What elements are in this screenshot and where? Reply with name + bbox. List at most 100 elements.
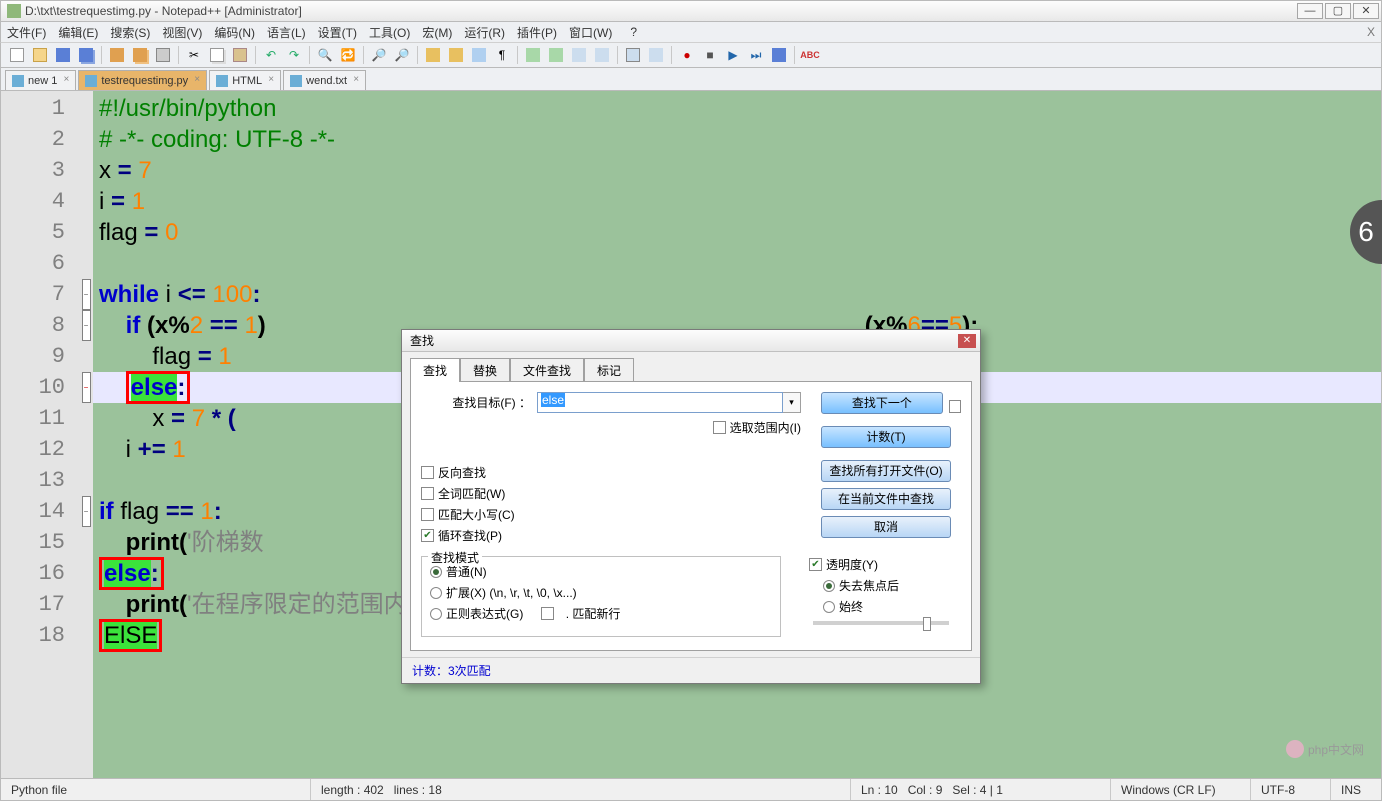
record-icon[interactable]: ● (677, 45, 697, 65)
menu-tools[interactable]: 工具(O) (369, 24, 410, 41)
sync-v-icon[interactable] (423, 45, 443, 65)
menu-macro[interactable]: 宏(M) (422, 24, 452, 41)
menu-view[interactable]: 视图(V) (162, 24, 202, 41)
close-file-icon[interactable] (107, 45, 127, 65)
dropdown-icon[interactable]: ▾ (783, 392, 801, 413)
show-all-icon[interactable]: ¶ (492, 45, 512, 65)
menu-file[interactable]: 文件(F) (7, 24, 46, 41)
fold-margin[interactable]: − − − − (79, 91, 93, 778)
open-file-icon[interactable] (30, 45, 50, 65)
menu-help[interactable]: ? (630, 25, 637, 39)
highlight-box: else: (99, 557, 164, 590)
editor-area[interactable]: 123 456 789 101112 131415 161718 − − − −… (0, 90, 1382, 779)
sync-h-icon[interactable] (446, 45, 466, 65)
fold-plus-icon[interactable]: − (82, 372, 91, 403)
dot-newline-checkbox[interactable] (541, 607, 554, 620)
playmulti-icon[interactable]: ⏭ (746, 45, 766, 65)
dialog-tab-findinfiles[interactable]: 文件查找 (510, 358, 584, 382)
count-button[interactable]: 计数(T) (821, 426, 951, 448)
fold-minus-icon[interactable]: − (82, 279, 91, 310)
dialog-status: 计数：3次匹配 (402, 657, 980, 683)
window-title: D:\txt\testrequestimg.py - Notepad++ [Ad… (25, 4, 302, 18)
tab-testrequestimg[interactable]: testrequestimg.py× (78, 70, 207, 90)
status-insert-mode[interactable]: INS (1331, 779, 1381, 800)
fold-minus-icon[interactable]: − (82, 310, 91, 341)
menu-window[interactable]: 窗口(W) (569, 24, 612, 41)
monitor-icon[interactable] (623, 45, 643, 65)
find-next-button[interactable]: 查找下一个 (821, 392, 943, 414)
menu-edit[interactable]: 编辑(E) (58, 24, 98, 41)
status-language: Python file (1, 779, 311, 800)
close-icon[interactable]: × (350, 74, 362, 86)
menu-run[interactable]: 运行(R) (464, 24, 505, 41)
tab-new1[interactable]: new 1× (5, 70, 76, 90)
find-in-current-button[interactable]: 在当前文件中查找 (821, 488, 951, 510)
doc-switcher-icon[interactable] (646, 45, 666, 65)
fold-minus-icon[interactable]: − (82, 496, 91, 527)
toolbar: ✂ ↶ ↷ 🔍 🔁 🔎 🔎 ¶ ● ■ ▶ ⏭ ABC (0, 42, 1382, 68)
findnext-extra-checkbox[interactable] (949, 400, 961, 413)
doc-map-icon[interactable] (546, 45, 566, 65)
dialog-close-icon[interactable]: ✕ (958, 334, 976, 348)
indent-guide-icon[interactable] (523, 45, 543, 65)
redo-icon[interactable]: ↷ (284, 45, 304, 65)
find-target-input[interactable]: else (537, 392, 783, 413)
wrap-icon[interactable] (469, 45, 489, 65)
close-icon[interactable]: × (60, 74, 72, 86)
mode-normal-radio[interactable] (430, 566, 442, 578)
mode-extended-radio[interactable] (430, 587, 442, 599)
zoom-in-icon[interactable]: 🔎 (369, 45, 389, 65)
save-all-icon[interactable] (76, 45, 96, 65)
dialog-tab-replace[interactable]: 替换 (460, 358, 510, 382)
search-mode-group: 查找模式 普通(N) 扩展(X) (\n, \r, \t, \0, \x...)… (421, 556, 781, 637)
print-icon[interactable] (153, 45, 173, 65)
copy-icon[interactable] (207, 45, 227, 65)
menu-search[interactable]: 搜索(S) (110, 24, 150, 41)
paste-icon[interactable] (230, 45, 250, 65)
folder-icon[interactable] (592, 45, 612, 65)
status-encoding[interactable]: UTF-8 (1251, 779, 1331, 800)
replace-icon[interactable]: 🔁 (338, 45, 358, 65)
zoom-out-icon[interactable]: 🔎 (392, 45, 412, 65)
spellcheck-icon[interactable]: ABC (800, 45, 820, 65)
cut-icon[interactable]: ✂ (184, 45, 204, 65)
trans-always-radio[interactable] (823, 601, 835, 613)
maximize-button[interactable]: ▢ (1325, 3, 1351, 19)
save-icon[interactable] (53, 45, 73, 65)
dialog-title-bar[interactable]: 查找 ✕ (402, 330, 980, 352)
wrap-checkbox[interactable]: ✔ (421, 529, 434, 542)
menu-plugins[interactable]: 插件(P) (517, 24, 557, 41)
find-target-label: 查找目标(F) ： (421, 394, 531, 411)
reverse-checkbox[interactable] (421, 466, 434, 479)
menu-language[interactable]: 语言(L) (267, 24, 306, 41)
close-window-button[interactable]: ✕ (1353, 3, 1379, 19)
tab-html[interactable]: HTML× (209, 70, 281, 90)
minimize-button[interactable]: — (1297, 3, 1323, 19)
find-all-open-button[interactable]: 查找所有打开文件(O) (821, 460, 951, 482)
func-list-icon[interactable] (569, 45, 589, 65)
menubar-close-icon[interactable]: X (1367, 25, 1375, 39)
undo-icon[interactable]: ↶ (261, 45, 281, 65)
close-icon[interactable]: × (265, 74, 277, 86)
play-icon[interactable]: ▶ (723, 45, 743, 65)
dialog-tab-mark[interactable]: 标记 (584, 358, 634, 382)
mode-regex-radio[interactable] (430, 608, 442, 620)
dialog-tab-find[interactable]: 查找 (410, 358, 460, 382)
menu-settings[interactable]: 设置(T) (318, 24, 357, 41)
in-selection-checkbox[interactable] (713, 421, 726, 434)
matchcase-checkbox[interactable] (421, 508, 434, 521)
save-macro-icon[interactable] (769, 45, 789, 65)
find-icon[interactable]: 🔍 (315, 45, 335, 65)
trans-onblur-radio[interactable] (823, 580, 835, 592)
menu-encoding[interactable]: 编码(N) (214, 24, 255, 41)
tab-wend[interactable]: wend.txt× (283, 70, 366, 90)
new-file-icon[interactable] (7, 45, 27, 65)
transparency-slider[interactable] (813, 621, 949, 625)
stop-icon[interactable]: ■ (700, 45, 720, 65)
status-eol[interactable]: Windows (CR LF) (1111, 779, 1251, 800)
transparency-checkbox[interactable]: ✔ (809, 558, 822, 571)
cancel-button[interactable]: 取消 (821, 516, 951, 538)
wholeword-checkbox[interactable] (421, 487, 434, 500)
close-all-icon[interactable] (130, 45, 150, 65)
close-icon[interactable]: × (191, 74, 203, 86)
